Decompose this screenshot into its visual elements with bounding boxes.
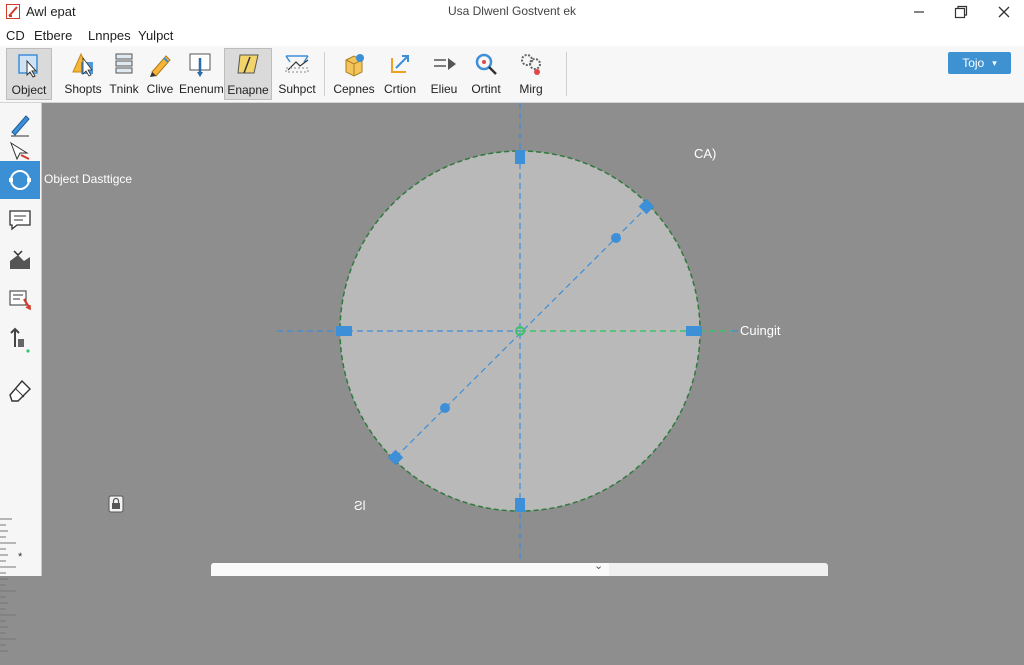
control-point-upper[interactable] xyxy=(611,233,621,243)
left-tool-arrow[interactable] xyxy=(0,137,40,163)
tool-ortint[interactable]: Ortint xyxy=(466,48,506,100)
menu-item-cd[interactable]: CD xyxy=(6,28,25,43)
tool-suhpct[interactable]: Suhpct xyxy=(276,48,318,100)
canvas-label-radius: Cuingit xyxy=(740,323,781,338)
edit-shape-icon xyxy=(237,54,259,74)
tool-cepnes[interactable]: Cepnes xyxy=(331,48,377,100)
arrow-select-icon xyxy=(10,141,30,161)
drawing-canvas[interactable] xyxy=(42,103,1024,576)
minimize-icon xyxy=(914,11,924,13)
control-point-lower[interactable] xyxy=(440,403,450,413)
measure-icon xyxy=(9,290,31,311)
select-object-icon xyxy=(18,54,38,78)
menu-item-yulpct[interactable]: Yulpct xyxy=(138,28,173,43)
canvas-label-top-right: CA) xyxy=(694,146,717,161)
close-button[interactable] xyxy=(989,2,1019,22)
horizontal-scrollbar[interactable]: ⌄ xyxy=(211,560,828,576)
settings-cluster-icon xyxy=(521,54,541,75)
pen-icon xyxy=(11,115,30,137)
menu-item-lnnpes[interactable]: Lnnpes xyxy=(88,28,131,43)
tool-tooltip: Object Dasttigce xyxy=(44,172,133,186)
resize-handle-bottom[interactable] xyxy=(515,498,525,512)
vertical-ruler xyxy=(0,518,16,652)
chevron-down-icon: ▾ xyxy=(992,57,997,68)
left-tool-node-edit[interactable] xyxy=(0,241,40,279)
tool-label: Tnink xyxy=(109,82,139,96)
canvas-label-bottom: Ƨl xyxy=(354,498,366,513)
tool-label: Crtion xyxy=(383,82,416,96)
layers-icon xyxy=(115,53,133,74)
left-tool-comment[interactable] xyxy=(0,201,40,239)
close-icon xyxy=(998,6,1010,18)
tool-label: Elieu xyxy=(430,82,458,96)
eraser-icon xyxy=(9,379,31,402)
tool-crtion[interactable]: Crtion xyxy=(380,48,420,100)
resize-handle-right[interactable] xyxy=(686,326,702,336)
tool-label: Suhpct xyxy=(278,82,316,96)
pencil-icon xyxy=(150,55,171,77)
minimize-button[interactable] xyxy=(904,2,934,22)
tool-clive[interactable]: Clive xyxy=(144,48,176,100)
resize-handle-left[interactable] xyxy=(336,326,352,336)
box-icon xyxy=(345,54,364,77)
ribbon-separator xyxy=(324,52,325,96)
tool-shapes[interactable]: Shopts xyxy=(62,48,104,100)
document-title: Usa Dlwenl Gostvent ek xyxy=(447,4,577,18)
tool-label: Enapne xyxy=(227,83,269,97)
scrollbar-thumb[interactable] xyxy=(211,563,609,576)
transform-icon xyxy=(285,55,309,73)
tool-label: Ortint xyxy=(471,82,501,96)
tool-label: Shopts xyxy=(64,82,102,96)
maximize-button[interactable] xyxy=(946,2,976,22)
tool-label: Clive xyxy=(146,82,174,96)
move-arrow-icon xyxy=(434,58,456,70)
tool-enenum[interactable]: Enenum xyxy=(179,48,224,100)
left-tool-measure[interactable] xyxy=(0,281,40,319)
topo-dropdown-button[interactable]: Tojo ▾ xyxy=(948,52,1011,74)
ribbon-toolbar: Object Shopts Tnink Clive Enenum Enapne … xyxy=(0,46,1024,103)
tool-object[interactable]: Object xyxy=(6,48,52,100)
title-bar: Awl epat Usa Dlwenl Gostvent ek xyxy=(0,0,1024,24)
lock-icon[interactable] xyxy=(108,495,124,513)
tool-elieu[interactable]: Elieu xyxy=(426,48,462,100)
restore-icon xyxy=(954,5,968,19)
ribbon-separator xyxy=(566,52,567,96)
circle-tool-icon xyxy=(9,170,31,190)
anchor-icon xyxy=(10,327,30,353)
chevron-down-icon[interactable]: ⌄ xyxy=(594,559,603,572)
left-tool-eraser[interactable] xyxy=(0,371,40,409)
tool-enapne[interactable]: Enapne xyxy=(224,48,272,100)
topo-button-label: Tojo xyxy=(962,56,985,70)
menu-bar: CD Etbere Lnnpes Yulpct xyxy=(0,24,1024,46)
tool-tnink[interactable]: Tnink xyxy=(108,48,140,100)
tool-label: Cepnes xyxy=(333,82,375,96)
node-edit-icon xyxy=(10,250,30,269)
resize-handle-top[interactable] xyxy=(515,150,525,164)
left-tool-anchor[interactable] xyxy=(0,321,40,359)
left-tool-panel: * xyxy=(0,103,42,652)
shapes-icon xyxy=(72,52,93,77)
pin-icon xyxy=(189,53,211,77)
magnet-icon xyxy=(475,53,497,75)
comment-icon xyxy=(9,210,31,231)
tool-mirg[interactable]: Mirg xyxy=(512,48,550,100)
menu-item-etbere[interactable]: Etbere xyxy=(34,28,72,43)
tool-label: Object xyxy=(11,83,47,97)
arrow-corner-icon xyxy=(391,55,409,73)
left-tool-circle[interactable] xyxy=(0,161,40,199)
tool-label: Enenum xyxy=(179,82,224,96)
tool-label: Mirg xyxy=(519,82,543,96)
ruler-marker: * xyxy=(18,551,23,563)
